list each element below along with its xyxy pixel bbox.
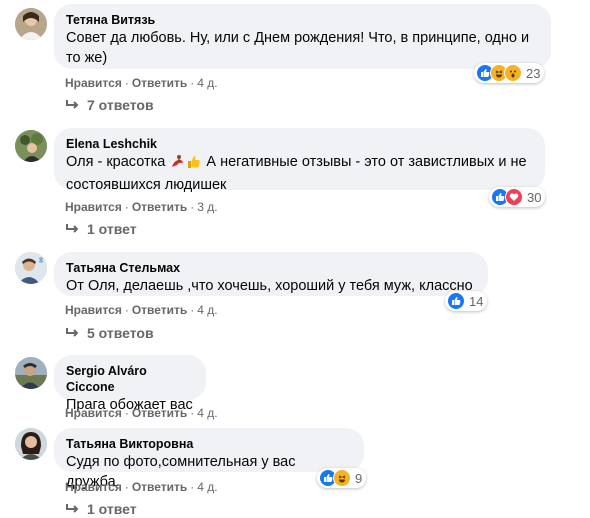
like-button[interactable]: Нравится [65,406,122,420]
comment-author[interactable]: Тетяна Витязь [66,12,539,28]
reaction-count: 30 [527,189,542,205]
replies-count: 5 ответов [87,325,154,341]
thumbs-up-emoji [187,154,201,175]
view-replies-link[interactable]: 7 ответов [65,96,154,114]
reaction-summary[interactable]: 14 [445,291,488,311]
like-button[interactable]: Нравится [65,480,122,494]
replies-count: 1 ответ [87,501,137,517]
comment-author[interactable]: Татьяна Стельмах [66,260,476,276]
reply-arrow-icon [66,100,79,109]
reaction-summary[interactable]: 23 [474,63,545,83]
comment-bubble: Elena Leshchik Оля - красотка А негативн… [54,128,545,193]
avatar[interactable] [15,428,47,460]
like-icon [447,292,465,310]
comment-text: Совет да любовь. Ну, или с Днем рождения… [66,30,530,66]
reply-button[interactable]: Ответить [132,406,187,420]
comment-actions: Нравится · Ответить · 3 д. [65,200,218,214]
comment-actions: Нравится · Ответить · 4 д. [65,480,218,494]
reply-button[interactable]: Ответить [132,200,187,214]
comment-actions: Нравится · Ответить · 4 д. [65,406,218,420]
like-button[interactable]: Нравится [65,76,122,90]
reaction-count: 9 [355,470,363,486]
reply-button[interactable]: Ответить [132,480,187,494]
reply-arrow-icon [66,328,79,337]
haha-icon [333,469,351,487]
comment-timestamp[interactable]: 4 д. [197,406,217,420]
comment-author[interactable]: Elena Leshchik [66,136,533,152]
reaction-count: 23 [526,65,541,81]
dancer-emoji [170,153,185,175]
comment-actions: Нравится · Ответить · 4 д. [65,303,218,317]
love-icon [505,188,523,206]
avatar[interactable] [15,357,47,389]
view-replies-link[interactable]: 1 ответ [65,500,137,518]
reaction-summary[interactable]: 9 [317,468,367,488]
like-button[interactable]: Нравится [65,303,122,317]
comment-bubble: Татьяна Стельмах От Оля, делаешь ,что хо… [54,252,488,296]
comment-author[interactable]: Татьяна Викторовна [66,436,352,452]
comment-actions: Нравится · Ответить · 4 д. [65,76,218,90]
avatar[interactable] [15,252,47,284]
reply-button[interactable]: Ответить [132,76,187,90]
avatar[interactable] [15,130,47,162]
view-replies-link[interactable]: 5 ответов [65,324,154,342]
avatar[interactable] [15,8,47,40]
comment-text: Оля - красотка А негативные отзывы - это… [66,153,527,193]
comment-text: От Оля, делаешь ,что хочешь, хороший у т… [66,278,473,294]
replies-count: 7 ответов [87,97,154,113]
comment-author[interactable]: Sergio Alváro Ciccone [66,363,194,395]
reaction-summary[interactable]: 30 [489,187,546,207]
reaction-count: 14 [469,293,484,309]
comment-timestamp[interactable]: 3 д. [197,200,217,214]
replies-count: 1 ответ [87,221,137,237]
wow-icon [504,64,522,82]
view-replies-link[interactable]: 1 ответ [65,220,137,238]
reply-arrow-icon [66,224,79,233]
comment-timestamp[interactable]: 4 д. [197,303,217,317]
reply-arrow-icon [66,504,79,513]
reply-button[interactable]: Ответить [132,303,187,317]
comment-timestamp[interactable]: 4 д. [197,480,217,494]
like-button[interactable]: Нравится [65,200,122,214]
comment-bubble: Татьяна Викторовна Судя по фото,сомнител… [54,428,364,490]
comment-bubble: Sergio Alváro Ciccone Прага обожает вас [54,355,206,413]
comment-bubble: Тетяна Витязь Совет да любовь. Ну, или с… [54,4,551,69]
comment-timestamp[interactable]: 4 д. [197,76,217,90]
